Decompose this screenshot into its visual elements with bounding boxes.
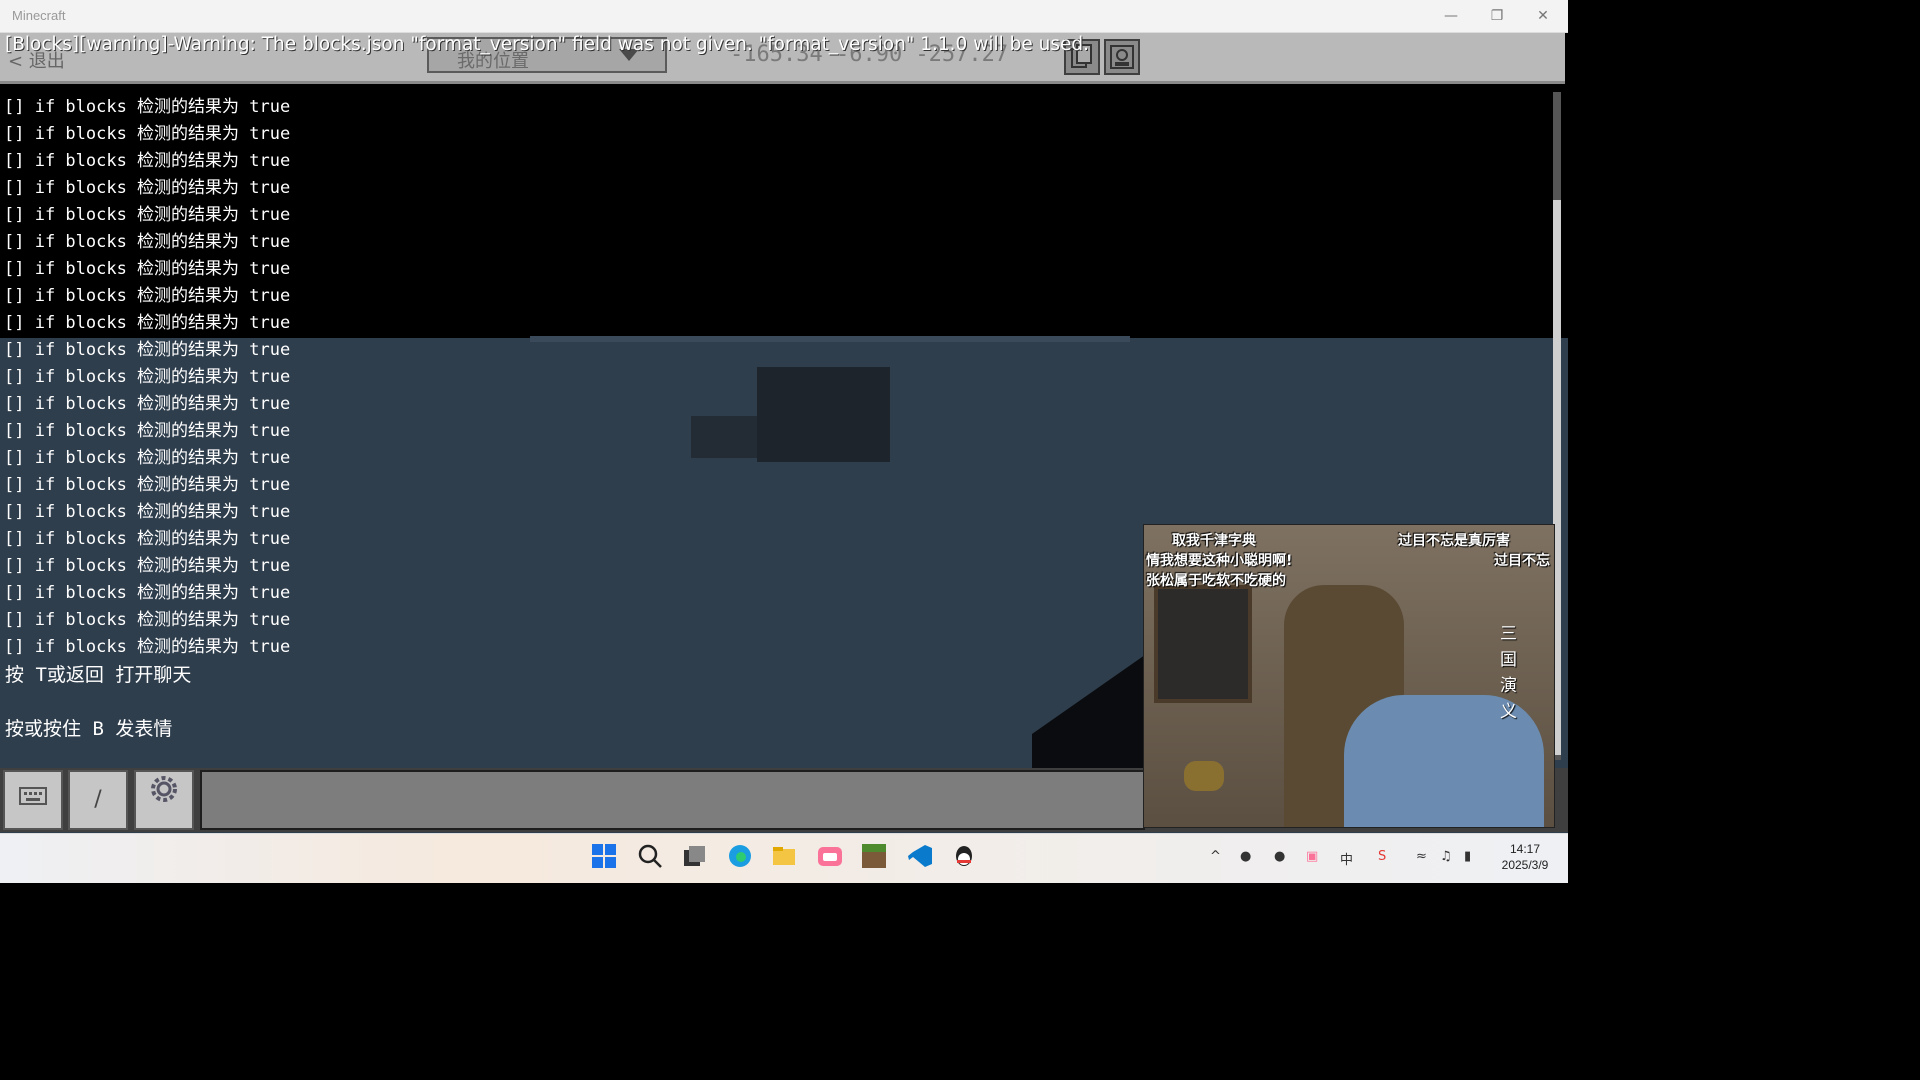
vscode-icon[interactable]	[906, 843, 934, 871]
block-structure-small	[691, 416, 761, 458]
bilibili-icon[interactable]	[816, 843, 844, 871]
warning-message: [Blocks][warning]-Warning: The blocks.js…	[5, 34, 1090, 55]
gear-icon	[151, 776, 177, 802]
screenshot-icon[interactable]	[1104, 39, 1140, 75]
chat-line: [] if blocks 检测的结果为 true	[4, 610, 291, 630]
chat-line: [] if blocks 检测的结果为 true	[4, 178, 291, 198]
volume-icon[interactable]: ♫	[1440, 849, 1452, 864]
window-titlebar: Minecraft — ❐ ✕	[0, 0, 1568, 33]
qq-tray-icon[interactable]: ●	[1240, 849, 1251, 864]
clock-time: 14:17	[1509, 842, 1541, 856]
chat-line: [] if blocks 检测的结果为 true	[4, 97, 291, 117]
video-incense-pot	[1184, 761, 1224, 791]
windows-start-icon[interactable]	[590, 843, 618, 871]
danmaku-comment: 张松属于吃软不吃硬的	[1146, 573, 1286, 589]
search-icon[interactable]	[636, 843, 664, 871]
chat-line: [] if blocks 检测的结果为 true	[4, 367, 291, 387]
keyboard-button[interactable]	[3, 770, 63, 830]
chat-line: [] if blocks 检测的结果为 true	[4, 232, 291, 252]
input-method-icon[interactable]: 中	[1340, 849, 1353, 868]
sogou-icon[interactable]: S	[1378, 849, 1386, 864]
chat-hint: 按 T或返回 打开聊天	[5, 664, 192, 686]
chat-log: [] if blocks 检测的结果为 true [] if blocks 检测的…	[4, 94, 290, 661]
chat-line: [] if blocks 检测的结果为 true	[4, 529, 291, 549]
slash-command-button[interactable]: /	[68, 770, 128, 830]
chat-line: [] if blocks 检测的结果为 true	[4, 259, 291, 279]
window-title: Minecraft	[12, 8, 66, 23]
bilibili-tray-icon[interactable]: ▣	[1306, 849, 1318, 864]
chat-line: [] if blocks 检测的结果为 true	[4, 448, 291, 468]
minimize-button[interactable]: —	[1428, 0, 1474, 32]
clock-date: 2025/3/9	[1501, 858, 1549, 872]
close-button[interactable]: ✕	[1520, 0, 1566, 32]
system-clock[interactable]: 14:17 2025/3/9	[1495, 841, 1555, 873]
block-structure	[757, 367, 890, 462]
chat-line: [] if blocks 检测的结果为 true	[4, 286, 291, 306]
keyboard-icon	[19, 787, 47, 805]
horizon	[530, 336, 1130, 342]
chat-line: [] if blocks 检测的结果为 true	[4, 583, 291, 603]
battery-icon[interactable]: ▮	[1464, 849, 1471, 864]
qq-icon[interactable]	[950, 843, 978, 871]
video-overlay[interactable]: 取我千津字典 情我想要这种小聪明啊! 张松属于吃软不吃硬的 过目不忘是真厉害 过…	[1143, 524, 1555, 828]
chat-line: [] if blocks 检测的结果为 true	[4, 340, 291, 360]
qq-tray-icon-2[interactable]: ●	[1274, 849, 1285, 864]
chat-line: [] if blocks 检测的结果为 true	[4, 475, 291, 495]
chat-line: [] if blocks 检测的结果为 true	[4, 124, 291, 144]
file-explorer-icon[interactable]	[770, 843, 798, 871]
minecraft-icon[interactable]	[860, 843, 888, 871]
danmaku-comment: 过目不忘	[1494, 553, 1550, 569]
chat-line: [] if blocks 检测的结果为 true	[4, 637, 291, 657]
chat-input[interactable]	[200, 770, 1145, 830]
chat-line: [] if blocks 检测的结果为 true	[4, 556, 291, 576]
video-window-bars	[1154, 585, 1252, 703]
wifi-icon[interactable]: ≈	[1416, 849, 1427, 864]
task-view-icon[interactable]	[680, 843, 708, 871]
restore-button[interactable]: ❐	[1474, 0, 1520, 32]
edge-icon[interactable]	[726, 843, 754, 871]
danmaku-comment: 取我千津字典	[1172, 533, 1256, 549]
settings-button[interactable]	[134, 770, 194, 830]
chat-line: [] if blocks 检测的结果为 true	[4, 151, 291, 171]
chat-line: [] if blocks 检测的结果为 true	[4, 502, 291, 522]
video-title-vertical: 三国演义	[1500, 624, 1517, 722]
danmaku-comment: 过目不忘是真厉害	[1398, 533, 1510, 549]
emote-hint: 按或按住 B 发表情	[5, 718, 173, 740]
danmaku-comment: 情我想要这种小聪明啊!	[1146, 553, 1293, 569]
chat-line: [] if blocks 检测的结果为 true	[4, 394, 291, 414]
show-hidden-icons-icon[interactable]: ^	[1210, 849, 1221, 864]
chat-line: [] if blocks 检测的结果为 true	[4, 421, 291, 441]
chat-line: [] if blocks 检测的结果为 true	[4, 205, 291, 225]
chat-line: [] if blocks 检测的结果为 true	[4, 313, 291, 333]
